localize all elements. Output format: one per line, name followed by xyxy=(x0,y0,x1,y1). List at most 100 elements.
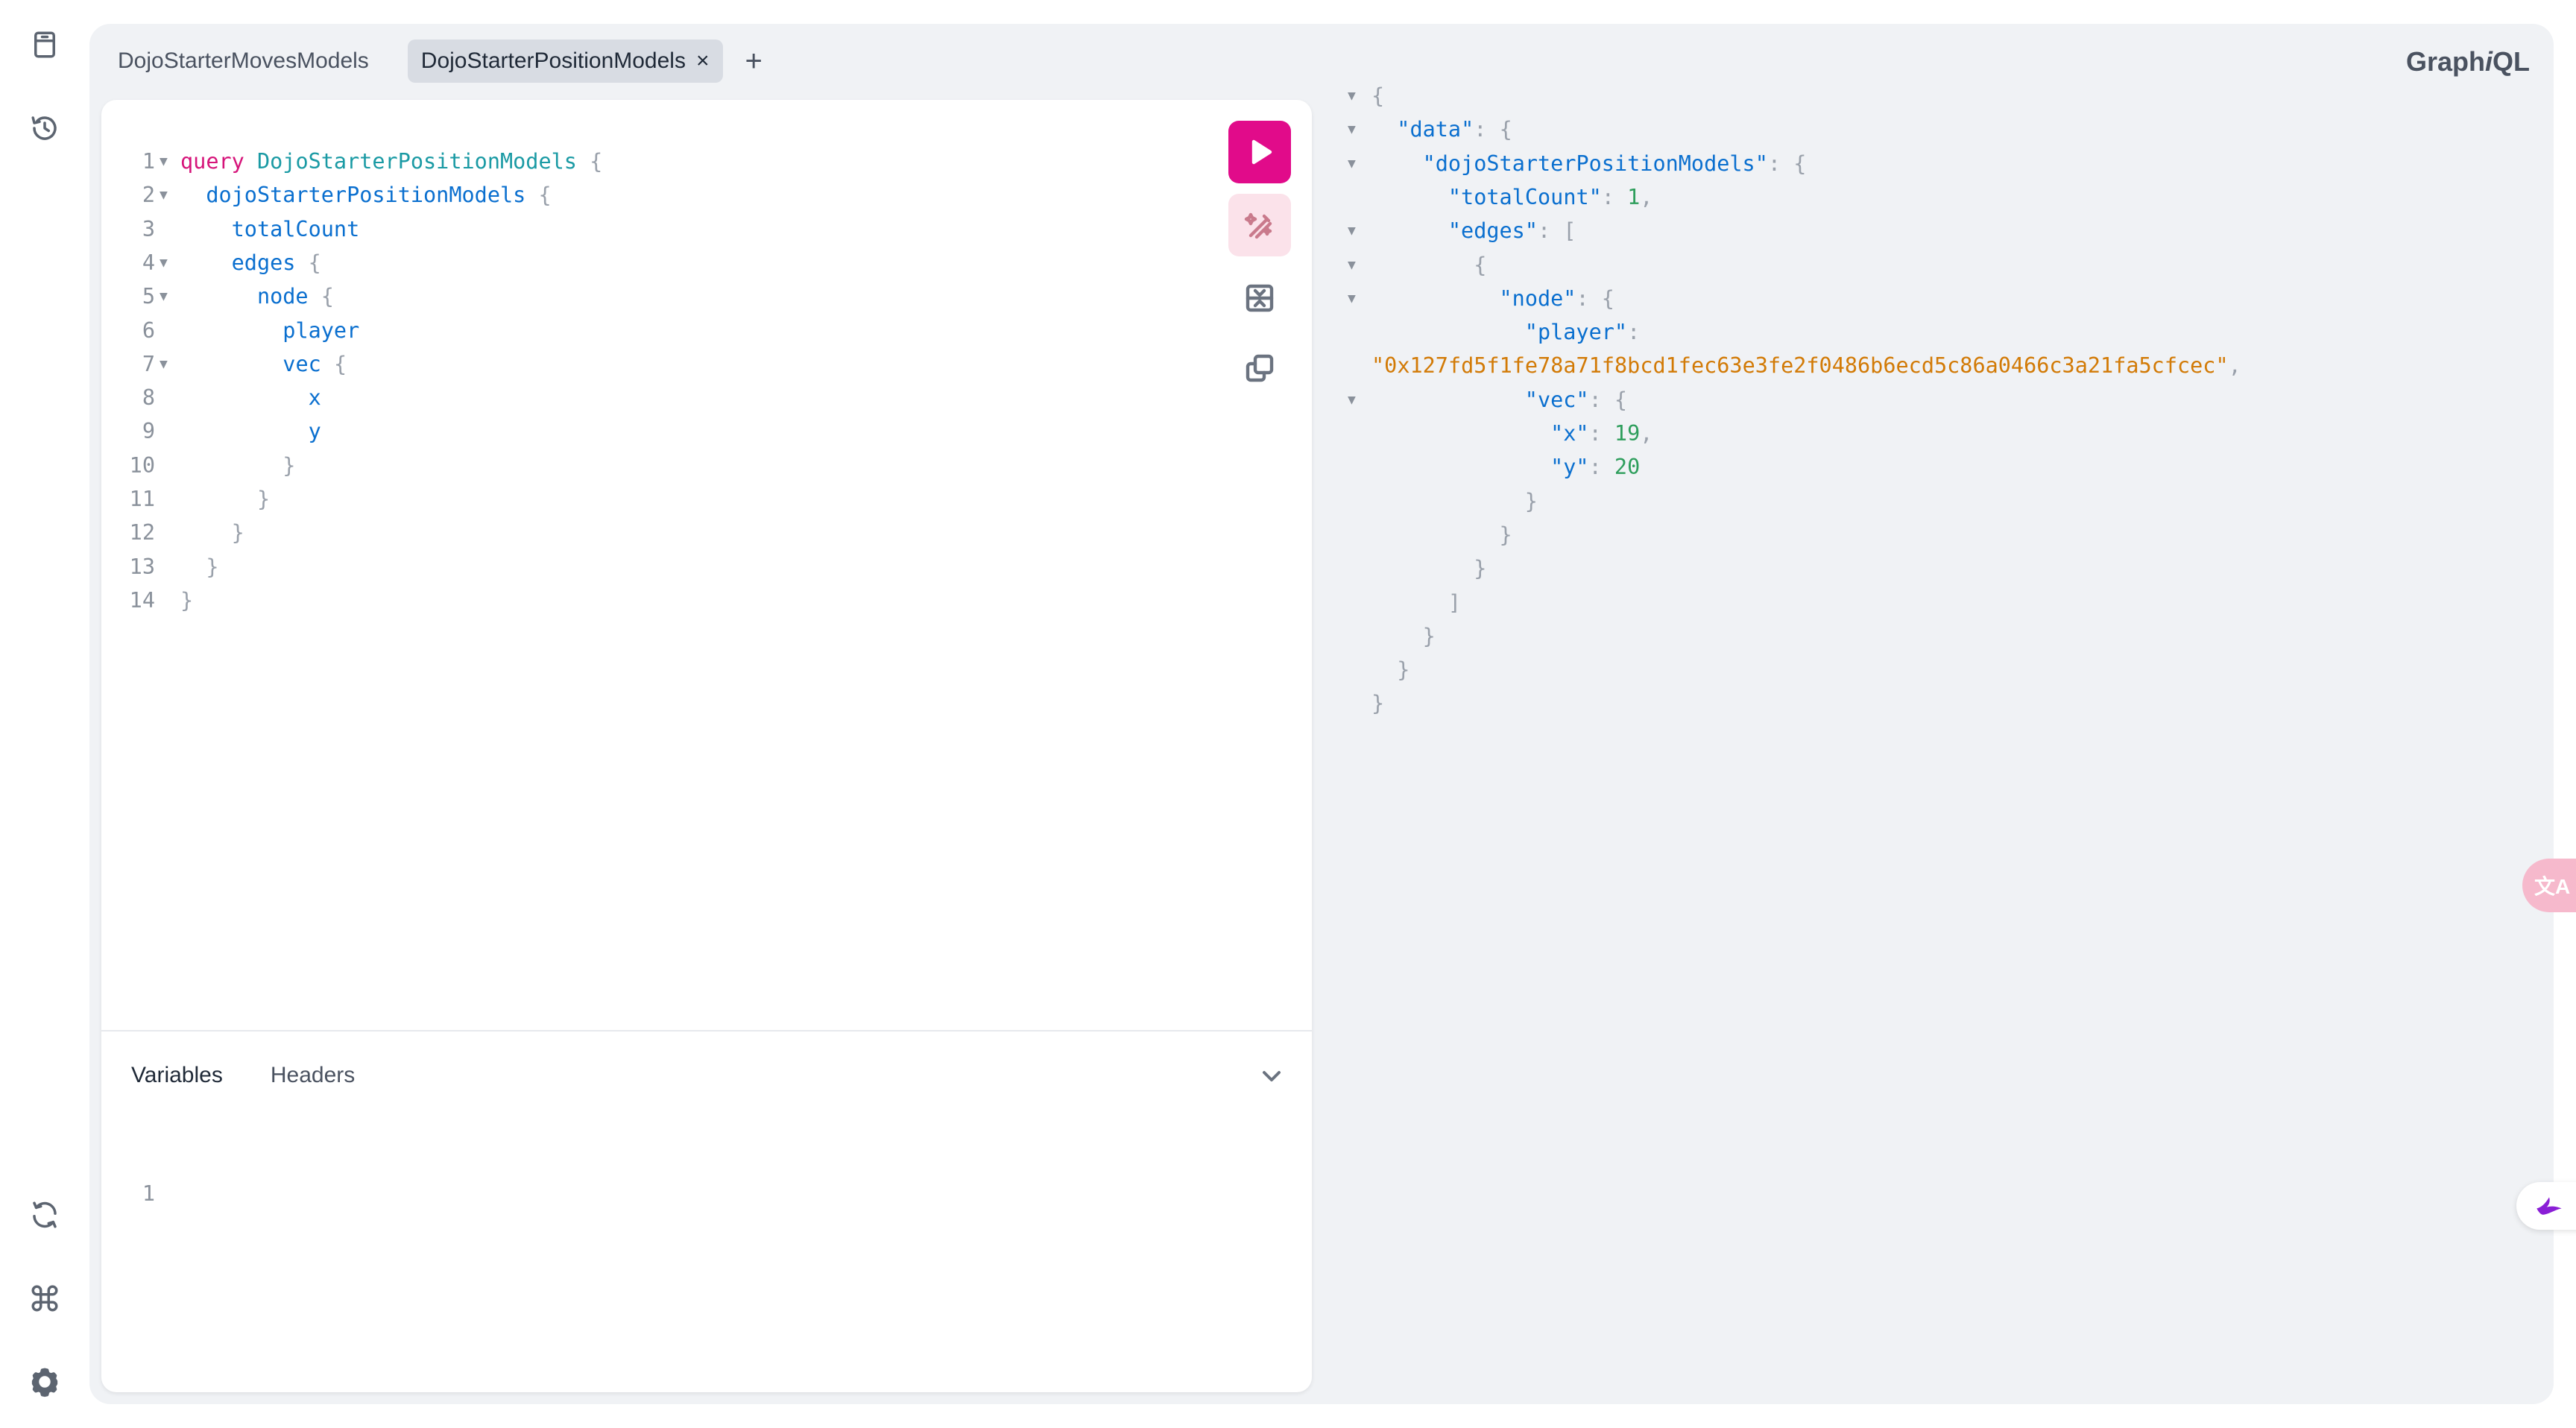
query-text: edges { xyxy=(231,250,321,275)
fold-toggle-icon[interactable]: ▼ xyxy=(1348,79,1356,113)
query-text: } xyxy=(282,452,296,478)
chevron-down-icon xyxy=(1263,1071,1281,1081)
result-text: } xyxy=(1524,488,1538,514)
query-text: y xyxy=(308,419,321,444)
documentation-explorer-button[interactable] xyxy=(22,22,67,67)
result-text: { xyxy=(1371,83,1385,108)
line-number: 5 xyxy=(142,284,155,309)
line-number: 7 xyxy=(142,351,155,376)
merge-fragments-button[interactable] xyxy=(1228,267,1291,329)
query-text: } xyxy=(206,554,219,579)
graphiql-app: DojoStarterMovesModels DojoStarterPositi… xyxy=(0,0,2576,1428)
fold-toggle-icon[interactable]: ▼ xyxy=(1348,147,1356,180)
line-number: 2 xyxy=(142,183,155,208)
query-text: x xyxy=(308,385,321,411)
settings-icon xyxy=(31,1368,58,1397)
sidebar xyxy=(0,0,89,1428)
editor-divider xyxy=(101,1030,1312,1031)
result-viewer[interactable]: ▼ { ▼ "data": { ▼ "dojoStarterPositionModels"… xyxy=(1327,83,2519,844)
tab-bar: DojoStarterMovesModels DojoStarterPositi… xyxy=(104,39,768,83)
result-text: } xyxy=(1397,657,1410,683)
line-number: 14 xyxy=(129,587,155,613)
fold-toggle-icon[interactable]: ▼ xyxy=(160,178,168,212)
translate-icon: 文A xyxy=(2534,875,2571,898)
copy-icon xyxy=(1246,354,1274,382)
query-editor[interactable]: 1 ▼ query DojoStarterPositionModels {2 ▼ do… xyxy=(101,100,1205,1030)
settings-button[interactable] xyxy=(22,1359,67,1404)
prettify-icon xyxy=(1244,212,1272,239)
graphiql-logo: GraphiQL xyxy=(2405,46,2530,77)
extension-bird-icon xyxy=(2536,1197,2562,1215)
line-number: 6 xyxy=(142,317,155,343)
result-text: } xyxy=(1499,522,1512,547)
line-number: 9 xyxy=(142,419,155,444)
query-text: totalCount xyxy=(231,216,360,241)
line-number: 12 xyxy=(129,520,155,546)
prettify-button[interactable] xyxy=(1228,194,1291,256)
query-text: vec { xyxy=(282,351,347,376)
fold-toggle-icon[interactable]: ▼ xyxy=(160,279,168,313)
tab-variables[interactable]: Variables xyxy=(131,1063,223,1088)
refetch-schema-icon xyxy=(33,1201,57,1228)
fold-toggle-icon[interactable]: ▼ xyxy=(1348,214,1356,247)
line-number: 11 xyxy=(129,487,155,511)
tab-label: DojoStarterMovesModels xyxy=(118,48,369,73)
tab-dojo-starter-moves-models[interactable]: DojoStarterMovesModels xyxy=(104,40,382,83)
query-text: query DojoStarterPositionModels { xyxy=(180,149,603,174)
tab-headers[interactable]: Headers xyxy=(271,1063,355,1088)
result-text: "dojoStarterPositionModels": { xyxy=(1422,151,1807,176)
line-number: 1 xyxy=(142,1181,155,1206)
tab-dojo-starter-position-models[interactable]: DojoStarterPositionModels × xyxy=(407,40,723,83)
variables-editor[interactable]: 1 xyxy=(101,1143,1312,1367)
line-number: 10 xyxy=(129,452,155,478)
fold-toggle-icon[interactable]: ▼ xyxy=(160,347,168,381)
result-text: ] xyxy=(1448,590,1462,615)
refetch-schema-button[interactable] xyxy=(22,1192,67,1237)
result-text: } xyxy=(1474,556,1487,581)
fold-toggle-icon[interactable]: ▼ xyxy=(160,145,168,178)
result-text: "totalCount": 1, xyxy=(1448,184,1653,209)
execute-query-button[interactable] xyxy=(1228,121,1291,183)
fold-toggle-icon[interactable]: ▼ xyxy=(1348,383,1356,417)
query-text: } xyxy=(231,520,244,546)
add-tab-button[interactable]: + xyxy=(739,46,768,76)
browser-extension-button[interactable] xyxy=(2516,1182,2576,1230)
play-icon xyxy=(1251,139,1272,165)
query-text: } xyxy=(180,587,194,613)
query-text: } xyxy=(256,487,271,511)
keyboard-shortcuts-icon xyxy=(31,1285,58,1312)
toggle-variables-button[interactable] xyxy=(1257,1061,1287,1091)
variables-line: 1 xyxy=(101,1143,155,1206)
history-icon xyxy=(31,116,57,140)
line-number: 1 xyxy=(142,149,155,174)
main-panel: DojoStarterMovesModels DojoStarterPositi… xyxy=(89,24,2554,1404)
fold-toggle-icon[interactable]: ▼ xyxy=(1348,282,1356,315)
query-text: node { xyxy=(256,284,334,309)
fold-toggle-icon[interactable]: ▼ xyxy=(1348,113,1356,146)
result-text: "edges": [ xyxy=(1448,218,1576,244)
close-tab-icon[interactable]: × xyxy=(696,48,710,74)
query-text: player xyxy=(282,317,360,343)
line-number: 8 xyxy=(142,385,155,411)
result-text: "y": 20 xyxy=(1550,455,1641,480)
fold-toggle-icon[interactable]: ▼ xyxy=(160,246,168,279)
merge-icon xyxy=(1246,284,1274,312)
fold-toggle-icon[interactable]: ▼ xyxy=(1348,248,1356,282)
translate-widget-button[interactable]: 文A xyxy=(2522,859,2576,912)
copy-query-button[interactable] xyxy=(1228,337,1291,399)
variables-headers-tabs: Variables Headers xyxy=(131,1063,402,1088)
result-text: "vec": { xyxy=(1524,387,1628,412)
result-text: } xyxy=(1371,691,1385,716)
documentation-icon xyxy=(34,31,55,58)
tab-label: DojoStarterPositionModels xyxy=(420,48,686,73)
query-editor-card: 1 ▼ query DojoStarterPositionModels {2 ▼ do… xyxy=(101,100,1312,1392)
keyboard-shortcuts-button[interactable] xyxy=(22,1276,67,1321)
query-text: dojoStarterPositionModels { xyxy=(206,183,552,208)
line-number: 13 xyxy=(129,554,155,579)
result-text: "0x127fd5f1fe78a71f8bcd1fec63e3fe2f0486b… xyxy=(1371,353,2241,379)
result-text: "data": { xyxy=(1397,117,1512,142)
history-button[interactable] xyxy=(22,106,67,151)
result-text: { xyxy=(1474,252,1487,277)
line-number: 3 xyxy=(142,216,155,241)
result-text: } xyxy=(1422,623,1436,648)
